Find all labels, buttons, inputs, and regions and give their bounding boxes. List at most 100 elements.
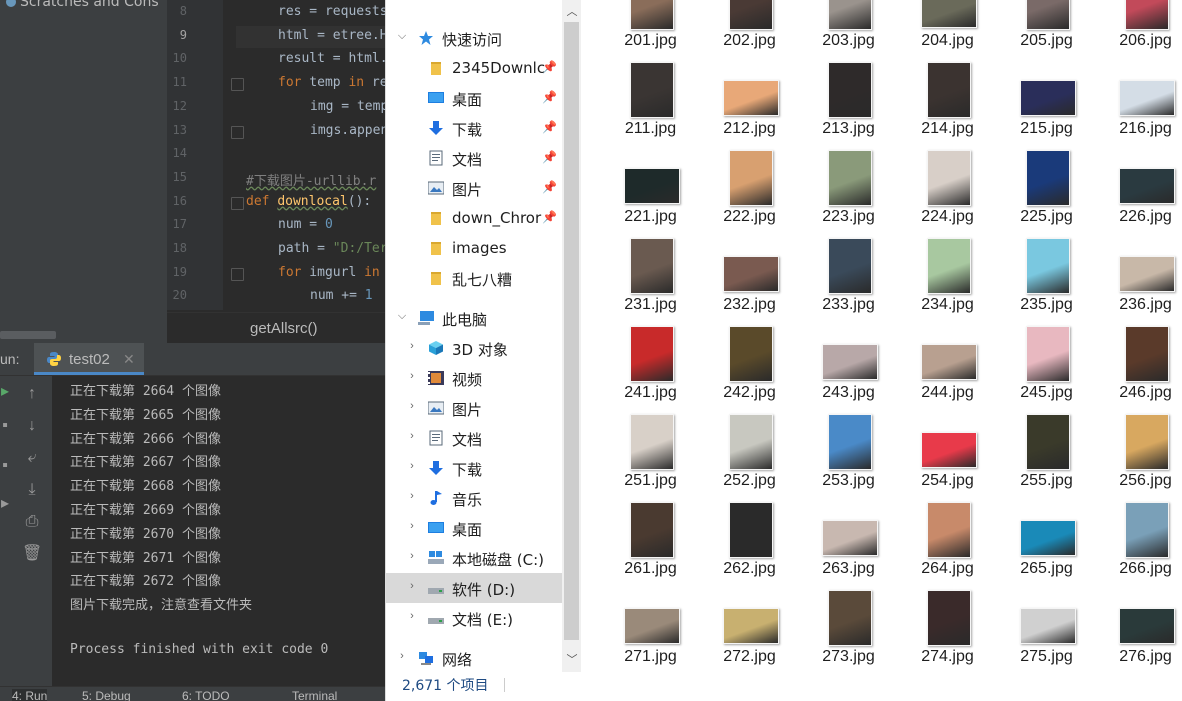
image-thumbnail[interactable] — [729, 414, 773, 470]
file-item[interactable]: 261.jpg — [601, 500, 700, 588]
run-tab-test02[interactable]: test02 ✕ — [34, 343, 144, 375]
image-thumbnail[interactable] — [828, 150, 872, 206]
nav-item[interactable]: 2345Downlc 📌 — [386, 53, 562, 83]
file-item[interactable]: 201.jpg — [601, 0, 700, 60]
arrow-up-icon[interactable]: ↑ — [22, 384, 42, 404]
chevron-right-icon[interactable]: › — [406, 520, 418, 532]
nav-item[interactable]: › 文档 — [386, 423, 562, 453]
image-thumbnail[interactable] — [1119, 168, 1175, 204]
chevron-right-icon[interactable]: › — [406, 460, 418, 472]
file-item[interactable]: 206.jpg — [1096, 0, 1182, 60]
tool-window-tab[interactable]: 4: Run — [12, 689, 48, 701]
file-item[interactable]: 225.jpg — [997, 148, 1096, 236]
file-item[interactable]: 271.jpg — [601, 588, 700, 676]
image-thumbnail[interactable] — [927, 590, 971, 646]
image-thumbnail[interactable] — [723, 608, 779, 644]
image-thumbnail[interactable] — [921, 432, 977, 468]
image-thumbnail[interactable] — [1020, 608, 1076, 644]
file-item[interactable]: 231.jpg — [601, 236, 700, 324]
nav-item[interactable]: › 下载 — [386, 453, 562, 483]
project-scrollbar[interactable] — [0, 331, 56, 339]
file-item[interactable]: 224.jpg — [898, 148, 997, 236]
image-thumbnail[interactable] — [729, 150, 773, 206]
image-thumbnail[interactable] — [1020, 520, 1076, 556]
nav-item[interactable]: 下载 📌 — [386, 113, 562, 143]
image-thumbnail[interactable] — [1020, 80, 1076, 116]
pin-icon[interactable]: 📌 — [542, 120, 557, 134]
image-thumbnail[interactable] — [927, 150, 971, 206]
file-item[interactable]: 203.jpg — [799, 0, 898, 60]
nav-item[interactable]: down_Chror 📌 — [386, 203, 562, 233]
chevron-right-icon[interactable]: › — [406, 340, 418, 352]
image-thumbnail[interactable] — [1125, 0, 1169, 30]
image-thumbnail[interactable] — [1026, 414, 1070, 470]
tool-window-tab[interactable]: 6: TODO — [182, 689, 230, 701]
image-thumbnail[interactable] — [1125, 326, 1169, 382]
file-item[interactable]: 221.jpg — [601, 148, 700, 236]
file-item[interactable]: 234.jpg — [898, 236, 997, 324]
chevron-right-icon[interactable]: › — [406, 430, 418, 442]
code-editor[interactable]: res = requests html = etree.H result = htm… — [223, 0, 385, 312]
nav-item[interactable]: › 文档 (E:) — [386, 603, 562, 633]
image-thumbnail[interactable] — [1119, 608, 1175, 644]
file-item[interactable]: 211.jpg — [601, 60, 700, 148]
chevron-down-icon[interactable]: ⌵ — [396, 30, 408, 42]
scroll-up-icon[interactable]: ︿ — [562, 2, 582, 22]
image-thumbnail[interactable] — [921, 344, 977, 380]
image-thumbnail[interactable] — [723, 80, 779, 116]
trash-icon[interactable]: 🗑 — [22, 544, 42, 564]
tool-window-tab[interactable]: Terminal — [292, 689, 337, 701]
image-thumbnail[interactable] — [921, 0, 977, 28]
arrow-down-icon[interactable]: ↓ — [22, 416, 42, 436]
layout-icon[interactable]: ▪ — [0, 456, 10, 476]
close-icon[interactable]: ✕ — [123, 351, 135, 368]
image-thumbnail[interactable] — [927, 238, 971, 294]
nav-item[interactable]: ⌵ 此电脑 — [386, 303, 562, 333]
rerun-icon[interactable]: ▸ — [0, 382, 10, 402]
file-item[interactable]: 216.jpg — [1096, 60, 1182, 148]
file-item[interactable]: 232.jpg — [700, 236, 799, 324]
image-thumbnail[interactable] — [1026, 326, 1070, 382]
image-thumbnail[interactable] — [630, 502, 674, 558]
scrollbar-thumb[interactable] — [564, 22, 579, 640]
file-item[interactable]: 254.jpg — [898, 412, 997, 500]
chevron-right-icon[interactable]: › — [396, 650, 408, 662]
nav-item[interactable]: › 3D 对象 — [386, 333, 562, 363]
chevron-right-icon[interactable]: › — [406, 550, 418, 562]
file-item[interactable]: 243.jpg — [799, 324, 898, 412]
nav-item[interactable]: ⌵ 快速访问 — [386, 23, 562, 53]
nav-item[interactable]: 文档 📌 — [386, 143, 562, 173]
pin-icon[interactable]: 📌 — [542, 150, 557, 164]
pin-icon[interactable]: 📌 — [542, 210, 557, 224]
chevron-right-icon[interactable]: › — [406, 490, 418, 502]
file-item[interactable]: 204.jpg — [898, 0, 997, 60]
file-item[interactable]: 202.jpg — [700, 0, 799, 60]
chevron-right-icon[interactable]: › — [406, 400, 418, 412]
file-item[interactable]: 252.jpg — [700, 412, 799, 500]
image-thumbnail[interactable] — [1125, 502, 1169, 558]
image-thumbnail[interactable] — [1125, 414, 1169, 470]
chevron-right-icon[interactable]: › — [406, 370, 418, 382]
image-thumbnail[interactable] — [1026, 0, 1070, 30]
scroll-to-end-icon[interactable]: ⤓ — [22, 480, 42, 500]
scroll-down-icon[interactable]: ﹀ — [562, 650, 582, 670]
file-item[interactable]: 242.jpg — [700, 324, 799, 412]
file-item[interactable]: 262.jpg — [700, 500, 799, 588]
stop-icon[interactable]: ▪ — [0, 416, 10, 436]
file-item[interactable]: 222.jpg — [700, 148, 799, 236]
file-item[interactable]: 212.jpg — [700, 60, 799, 148]
image-thumbnail[interactable] — [828, 414, 872, 470]
file-item[interactable]: 256.jpg — [1096, 412, 1182, 500]
file-item[interactable]: 241.jpg — [601, 324, 700, 412]
file-item[interactable]: 215.jpg — [997, 60, 1096, 148]
file-item[interactable]: 273.jpg — [799, 588, 898, 676]
navigation-scrollbar[interactable]: ︿ ﹀ — [562, 0, 582, 672]
pin-icon[interactable]: 📌 — [542, 180, 557, 194]
tool-window-tab[interactable]: 5: Debug — [82, 689, 131, 701]
image-thumbnail[interactable] — [630, 326, 674, 382]
file-item[interactable]: 265.jpg — [997, 500, 1096, 588]
image-thumbnail[interactable] — [630, 62, 674, 118]
file-item[interactable]: 274.jpg — [898, 588, 997, 676]
nav-item[interactable]: 图片 📌 — [386, 173, 562, 203]
file-item[interactable]: 272.jpg — [700, 588, 799, 676]
